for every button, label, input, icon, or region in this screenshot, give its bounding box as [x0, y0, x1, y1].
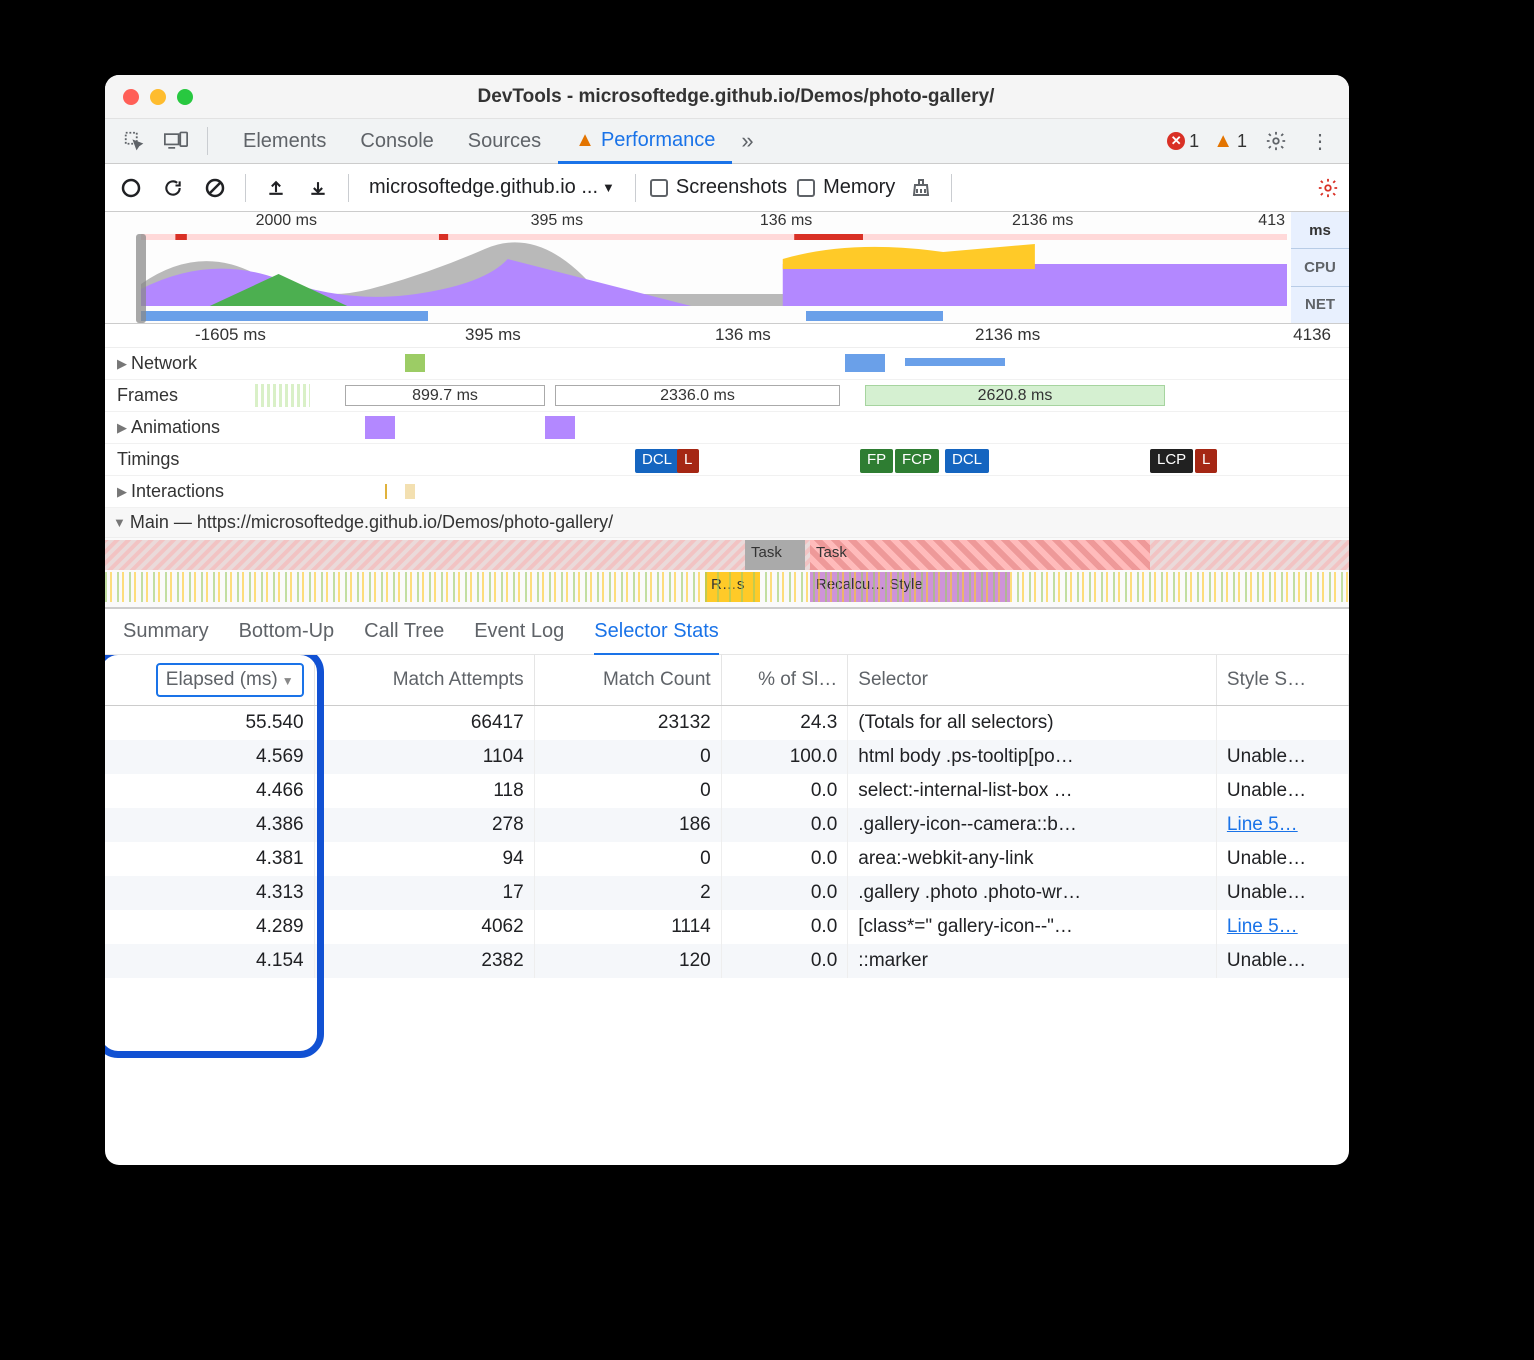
detail-tabs: Summary Bottom-Up Call Tree Event Log Se… [105, 609, 1349, 655]
device-icon[interactable] [161, 126, 191, 156]
track-interactions[interactable]: ▶Interactions [105, 476, 1349, 508]
overview-handle-left[interactable] [136, 234, 146, 323]
tab-console[interactable]: Console [343, 119, 450, 163]
overview-side-labels: ms CPU NET [1291, 212, 1349, 323]
download-icon[interactable] [302, 172, 334, 204]
inspect-icon[interactable] [119, 126, 149, 156]
table-row[interactable]: 55.540664172313224.3(Totals for all sele… [105, 706, 1349, 741]
table-row[interactable]: 4.3131720.0.gallery .photo .photo-wr…Una… [105, 876, 1349, 910]
tab-bottomup[interactable]: Bottom-Up [239, 620, 335, 643]
selector-stats-table: Elapsed (ms)▼ Match Attempts Match Count… [105, 655, 1349, 1165]
maximize-icon[interactable] [177, 89, 193, 105]
col-attempts[interactable]: Match Attempts [314, 655, 534, 706]
window-title: DevTools - microsoftedge.github.io/Demos… [193, 86, 1349, 108]
minimize-icon[interactable] [150, 89, 166, 105]
target-dropdown[interactable]: microsoftedge.github.io ...▼ [363, 174, 621, 201]
gc-icon[interactable] [905, 172, 937, 204]
main-tabs: Elements Console Sources ▲ Performance »… [105, 119, 1349, 164]
warning-icon: ▲ [1213, 130, 1233, 153]
tab-label: Performance [601, 129, 716, 152]
tab-summary[interactable]: Summary [123, 620, 209, 643]
col-elapsed[interactable]: Elapsed (ms)▼ [105, 655, 314, 706]
table-row[interactable]: 4.289406211140.0[class*=" gallery-icon--… [105, 910, 1349, 944]
track-network[interactable]: ▶Network [105, 348, 1349, 380]
titlebar: DevTools - microsoftedge.github.io/Demos… [105, 75, 1349, 119]
perf-settings-icon[interactable] [1317, 177, 1339, 199]
settings-icon[interactable] [1261, 126, 1291, 156]
main-thread-header[interactable]: ▼Main — https://microsoftedge.github.io/… [105, 508, 1349, 538]
flame-chart[interactable]: Task Task R…s Recalcu… Style [105, 538, 1349, 608]
perf-toolbar: microsoftedge.github.io ...▼ Screenshots… [105, 164, 1349, 212]
col-selector[interactable]: Selector [848, 655, 1217, 706]
tab-elements[interactable]: Elements [226, 119, 343, 163]
track-frames[interactable]: Frames 899.7 ms 2336.0 ms 2620.8 ms [105, 380, 1349, 412]
upload-icon[interactable] [260, 172, 292, 204]
clear-icon[interactable] [199, 172, 231, 204]
track-timings[interactable]: Timings DCL L FP FCP DCL LCP L [105, 444, 1349, 476]
overview-chart[interactable]: 2000 ms 395 ms 136 ms 2136 ms 413 [105, 212, 1349, 324]
table-row[interactable]: 4.15423821200.0::markerUnable… [105, 944, 1349, 978]
col-style[interactable]: Style S… [1216, 655, 1348, 706]
table-row[interactable]: 4.46611800.0select:-internal-list-box …U… [105, 774, 1349, 808]
table-row[interactable]: 4.3819400.0area:-webkit-any-linkUnable… [105, 842, 1349, 876]
warn-badge[interactable]: ▲ 1 [1213, 130, 1247, 153]
devtools-window: DevTools - microsoftedge.github.io/Demos… [105, 75, 1349, 1165]
more-tabs-icon[interactable]: » [732, 126, 762, 156]
close-icon[interactable] [123, 89, 139, 105]
tab-sources[interactable]: Sources [451, 119, 558, 163]
traffic-lights [105, 89, 193, 105]
kebab-icon[interactable]: ⋮ [1305, 126, 1335, 156]
tab-performance[interactable]: ▲ Performance [558, 120, 732, 164]
table-row[interactable]: 4.56911040100.0html body .ps-tooltip[po…… [105, 740, 1349, 774]
memory-checkbox[interactable]: Memory [797, 176, 895, 199]
track-animations[interactable]: ▶Animations [105, 412, 1349, 444]
error-icon: ✕ [1167, 132, 1185, 150]
error-badge[interactable]: ✕ 1 [1167, 131, 1199, 152]
warning-icon: ▲ [575, 129, 595, 152]
col-count[interactable]: Match Count [534, 655, 721, 706]
table-row[interactable]: 4.3862781860.0.gallery-icon--camera::b…L… [105, 808, 1349, 842]
col-pct[interactable]: % of Sl… [721, 655, 848, 706]
record-icon[interactable] [115, 172, 147, 204]
tab-calltree[interactable]: Call Tree [364, 620, 444, 643]
reload-icon[interactable] [157, 172, 189, 204]
screenshots-checkbox[interactable]: Screenshots [650, 176, 787, 199]
timeline[interactable]: -1605 ms 395 ms 136 ms 2136 ms 4136 ▶Net… [105, 324, 1349, 609]
tab-eventlog[interactable]: Event Log [474, 620, 564, 643]
tab-selectorstats[interactable]: Selector Stats [594, 620, 719, 656]
